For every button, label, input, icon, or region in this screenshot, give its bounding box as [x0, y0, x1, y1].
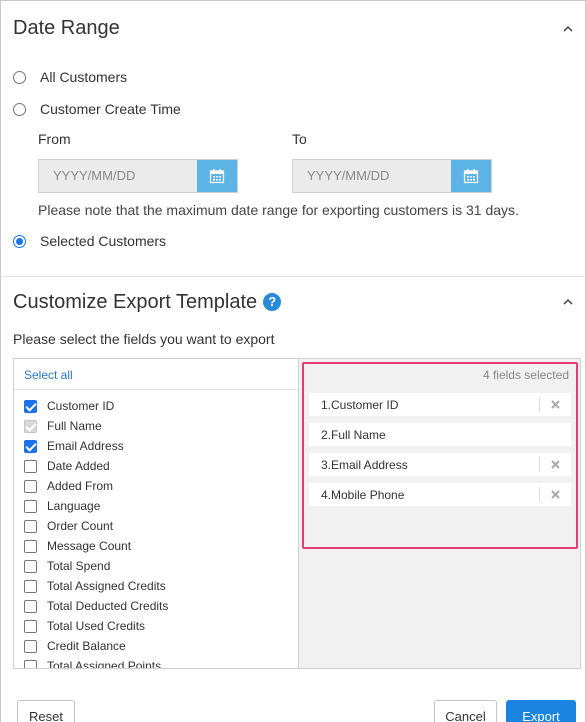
field-item-total-used-credits[interactable]: Total Used Credits [24, 616, 145, 636]
field-label: Order Count [47, 519, 114, 533]
from-calendar-icon[interactable] [197, 160, 237, 192]
field-label: Total Assigned Points [47, 659, 162, 668]
radio-customer-create-time-label: Customer Create Time [40, 101, 181, 117]
field-item-date-added[interactable]: Date Added [24, 456, 110, 476]
field-item-added-from[interactable]: Added From [24, 476, 113, 496]
checkbox-full-name [24, 419, 37, 433]
checkbox-total-deducted-credits[interactable] [24, 599, 37, 613]
checkbox-customer-id[interactable] [24, 399, 37, 413]
field-item-total-spend[interactable]: Total Spend [24, 556, 110, 576]
field-label: Language [47, 499, 101, 513]
export-button[interactable]: Export [506, 700, 576, 722]
selected-fields-panel: 4 fields selected 1.Customer ID 2.Full N… [298, 359, 580, 668]
field-item-total-assigned-credits[interactable]: Total Assigned Credits [24, 576, 166, 596]
list-separator [14, 389, 298, 390]
checkbox-order-count[interactable] [24, 519, 37, 533]
field-label: Credit Balance [47, 639, 126, 653]
to-label: To [292, 131, 307, 147]
radio-all-customers-label: All Customers [40, 69, 128, 85]
field-item-full-name: Full Name [24, 416, 102, 436]
checkbox-total-assigned-credits[interactable] [24, 579, 37, 593]
radio-selected-customers-label: Selected Customers [40, 233, 167, 249]
field-label: Email Address [47, 439, 124, 453]
from-date-input[interactable]: YYYY/MM/DD [38, 159, 238, 193]
radio-selected-customers-button[interactable] [13, 234, 26, 248]
radio-customer-create-time[interactable]: Customer Create Time [13, 101, 181, 117]
radio-all-customers[interactable]: All Customers [13, 69, 127, 85]
date-range-title: Date Range [13, 17, 120, 39]
to-date-field[interactable]: YYYY/MM/DD [293, 160, 451, 192]
field-item-email-address[interactable]: Email Address [24, 436, 124, 456]
checkbox-total-assigned-points[interactable] [24, 659, 37, 668]
checkbox-language[interactable] [24, 499, 37, 513]
field-picker: Select all Customer ID Full Name Email A… [13, 358, 581, 669]
field-item-order-count[interactable]: Order Count [24, 516, 113, 536]
field-label: Total Spend [47, 559, 111, 573]
checkbox-date-added[interactable] [24, 459, 37, 473]
field-label: Total Assigned Credits [47, 579, 166, 593]
question-circle-icon[interactable]: ? [263, 293, 282, 311]
select-all-link[interactable]: Select all [24, 368, 73, 382]
available-fields-list[interactable]: Select all Customer ID Full Name Email A… [14, 359, 298, 668]
field-label: Customer ID [47, 399, 115, 413]
field-label: Total Deducted Credits [47, 599, 169, 613]
field-item-language[interactable]: Language [24, 496, 100, 516]
field-label: Date Added [47, 459, 110, 473]
checkbox-added-from[interactable] [24, 479, 37, 493]
field-item-customer-id[interactable]: Customer ID [24, 396, 114, 416]
field-label: Full Name [47, 419, 102, 433]
export-template-title: Customize Export Template? [13, 291, 282, 314]
reset-button[interactable]: Reset [17, 700, 75, 722]
field-item-message-count[interactable]: Message Count [24, 536, 131, 556]
from-date-field[interactable]: YYYY/MM/DD [39, 160, 197, 192]
export-template-title-text: Customize Export Template [13, 291, 258, 313]
date-range-note: Please note that the maximum date range … [38, 202, 519, 218]
export-customers-dialog: Date Range All Customers Customer Create… [0, 0, 586, 722]
field-item-credit-balance[interactable]: Credit Balance [24, 636, 126, 656]
field-item-total-deducted-credits[interactable]: Total Deducted Credits [24, 596, 168, 616]
highlight-box [302, 362, 578, 549]
checkbox-total-spend[interactable] [24, 559, 37, 573]
field-item-total-assigned-points[interactable]: Total Assigned Points [24, 656, 161, 668]
section-divider [2, 276, 584, 277]
field-label: Message Count [47, 539, 132, 553]
collapse-date-range-chevron-icon[interactable] [563, 25, 573, 35]
field-label: Total Used Credits [47, 619, 146, 633]
radio-selected-customers[interactable]: Selected Customers [13, 233, 166, 249]
collapse-template-chevron-icon[interactable] [563, 298, 573, 308]
radio-all-customers-button[interactable] [13, 70, 26, 84]
to-date-input[interactable]: YYYY/MM/DD [292, 159, 492, 193]
checkbox-email-address[interactable] [24, 439, 37, 453]
export-instruction: Please select the fields you want to exp… [13, 331, 275, 347]
checkbox-credit-balance[interactable] [24, 639, 37, 653]
radio-customer-create-time-button[interactable] [13, 102, 26, 116]
checkbox-total-used-credits[interactable] [24, 619, 37, 633]
checkbox-message-count[interactable] [24, 539, 37, 553]
to-calendar-icon[interactable] [451, 160, 491, 192]
from-label: From [38, 131, 71, 147]
cancel-button[interactable]: Cancel [434, 700, 497, 722]
field-label: Added From [47, 479, 114, 493]
